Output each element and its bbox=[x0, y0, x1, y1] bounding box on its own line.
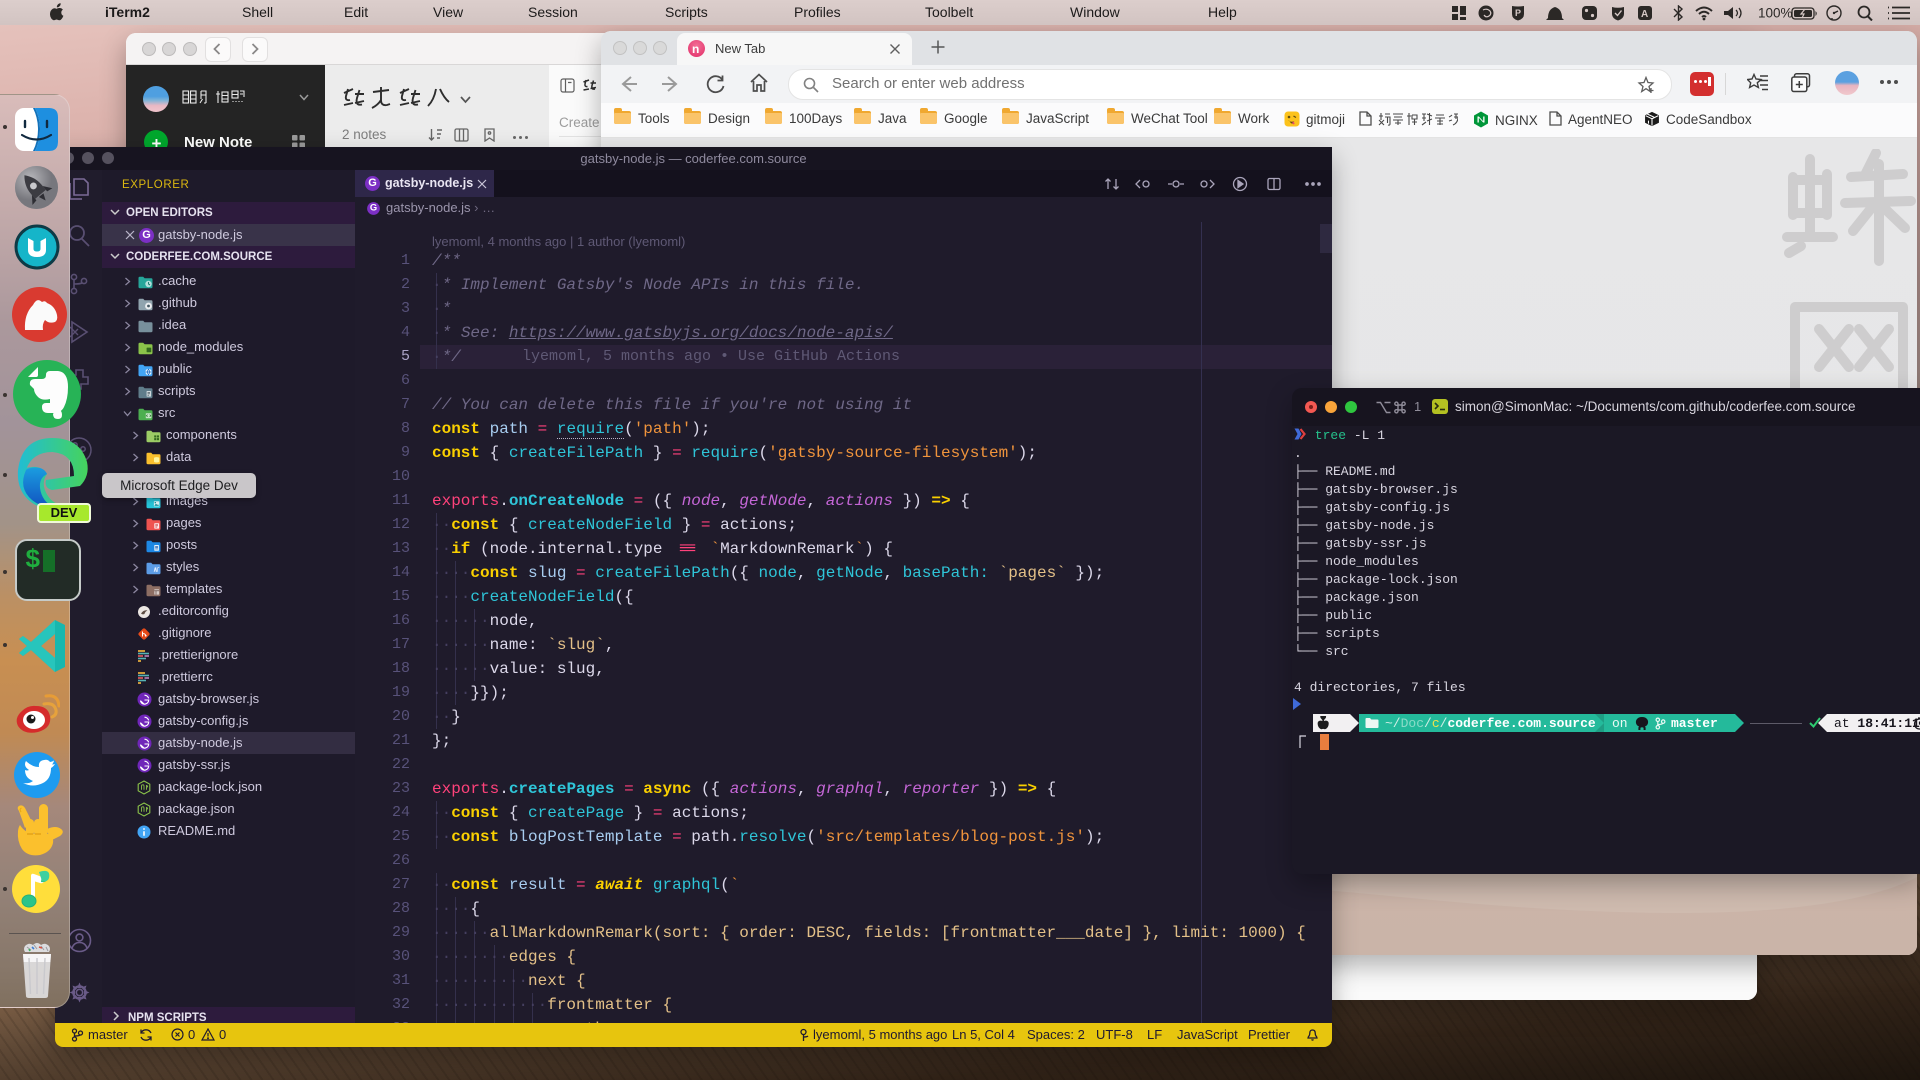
svg-text:A: A bbox=[1641, 9, 1648, 20]
svg-text:P: P bbox=[1515, 8, 1521, 18]
svg-text:100%: 100% bbox=[1758, 6, 1793, 21]
